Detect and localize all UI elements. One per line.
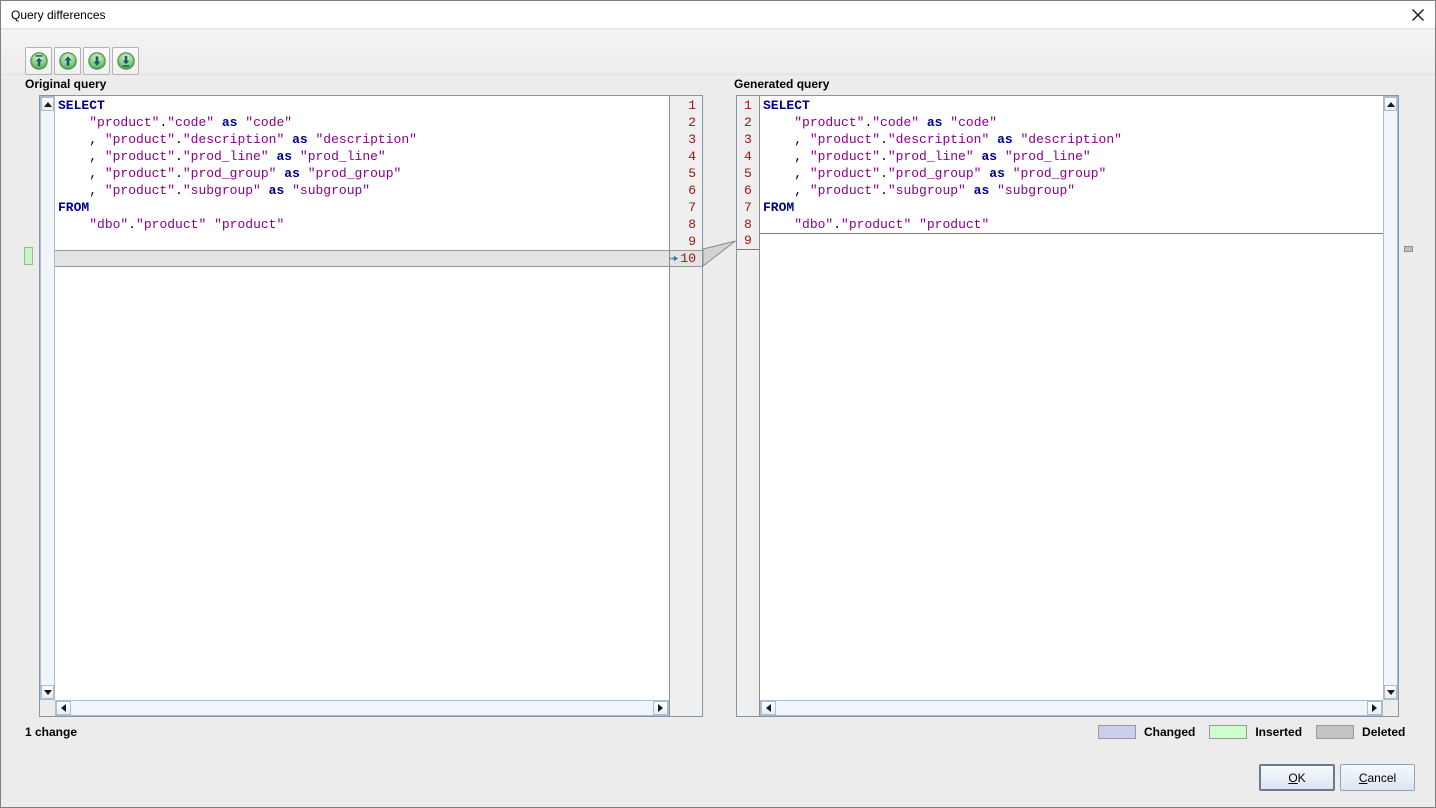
diff-connector — [703, 240, 736, 267]
code-line: SELECT — [58, 98, 105, 113]
next-change-icon — [87, 52, 106, 70]
code-line: "product"."code" as "code" — [794, 115, 998, 130]
code-line: , "product"."prod_group" as "prod_group" — [763, 166, 1107, 181]
close-button[interactable] — [1408, 5, 1428, 25]
cancel-button[interactable]: Cancel — [1340, 764, 1415, 791]
original-query-label: Original query — [25, 77, 107, 91]
go-to-last-change-button[interactable] — [112, 47, 139, 75]
code-line: FROM — [58, 200, 90, 215]
line-number: 3 — [744, 132, 752, 147]
line-number: 6 — [688, 183, 696, 198]
right-gutter: 1 2 3 4 5 6 7 89 — [737, 96, 760, 716]
scroll-up-button[interactable] — [41, 97, 54, 111]
left-gutter: 1 2 3 4 5 6 7 8 9 10 — [669, 96, 702, 716]
legend-deleted-swatch — [1316, 725, 1355, 739]
triangle-left-icon — [61, 704, 66, 712]
window-title: Query differences — [11, 7, 106, 22]
original-code-area[interactable]: SELECT "product"."code" as "code" , "pro… — [55, 96, 669, 700]
last-change-icon — [116, 52, 135, 70]
scroll-left-button[interactable] — [761, 701, 776, 715]
code-line: "product"."code" as "code" — [89, 115, 293, 130]
right-horizontal-scrollbar[interactable] — [760, 700, 1383, 716]
legend-changed-label: Changed — [1144, 725, 1196, 739]
ok-button[interactable]: OK — [1259, 764, 1335, 791]
line-number: 7 — [744, 200, 752, 215]
line-number: 4 — [744, 149, 752, 164]
scroll-right-button[interactable] — [1367, 701, 1382, 715]
right-vertical-scrollbar[interactable] — [1383, 96, 1398, 700]
scroll-left-button[interactable] — [56, 701, 71, 715]
line-number: 3 — [688, 132, 696, 147]
line-number: 1 — [688, 98, 696, 113]
line-number: 7 — [688, 200, 696, 215]
code-line: , "product"."prod_line" as "prod_line" — [763, 149, 1091, 164]
inserted-change-overview-marker[interactable] — [24, 247, 33, 265]
code-line — [55, 250, 669, 267]
scrollbar-corner — [1383, 700, 1398, 716]
left-code: SELECT "product"."code" as "code" , "pro… — [55, 97, 669, 267]
triangle-up-icon — [43, 101, 52, 107]
line-number: 9 — [688, 234, 696, 249]
code-line: , "product"."description" as "descriptio… — [763, 132, 1122, 147]
deleted-change-overview-marker[interactable] — [1404, 246, 1413, 252]
triangle-down-icon — [1386, 689, 1395, 695]
code-line: FROM — [763, 200, 795, 215]
triangle-down-icon — [43, 689, 52, 695]
legend-changed-swatch — [1098, 725, 1136, 739]
original-query-pane: SELECT "product"."code" as "code" , "pro… — [39, 95, 703, 717]
code-line: , "product"."prod_group" as "prod_group" — [58, 166, 402, 181]
line-number: 2 — [744, 115, 752, 130]
line-number: 8 — [744, 217, 752, 232]
scroll-up-button[interactable] — [1384, 97, 1397, 111]
current-change-arrow-icon — [670, 255, 679, 262]
triangle-right-icon — [658, 704, 663, 712]
toolbar — [1, 30, 1435, 75]
left-vertical-scrollbar[interactable] — [40, 96, 55, 700]
line-number: 4 — [688, 149, 696, 164]
code-line: SELECT — [763, 98, 810, 113]
scroll-down-button[interactable] — [1384, 685, 1397, 699]
code-line — [760, 233, 1383, 250]
first-change-icon — [29, 52, 48, 70]
line-number: 5 — [688, 166, 696, 181]
scrollbar-corner — [40, 700, 55, 716]
close-icon — [1412, 9, 1424, 21]
code-line: , "product"."prod_line" as "prod_line" — [58, 149, 386, 164]
generated-code-area[interactable]: SELECT "product"."code" as "code" , "pro… — [760, 96, 1383, 700]
triangle-right-icon — [1372, 704, 1377, 712]
generated-query-pane: 1 2 3 4 5 6 7 89 SELECT "product"."code" as "co… — [736, 95, 1399, 717]
go-to-previous-change-button[interactable] — [54, 47, 81, 75]
code-line: , "product"."description" as "descriptio… — [58, 132, 417, 147]
left-horizontal-scrollbar[interactable] — [55, 700, 669, 716]
go-to-next-change-button[interactable] — [83, 47, 110, 75]
legend-inserted-swatch — [1209, 725, 1248, 739]
scroll-right-button[interactable] — [653, 701, 668, 715]
diff-legend: Changed Inserted Deleted — [1098, 724, 1405, 740]
legend-deleted-label: Deleted — [1362, 725, 1406, 739]
line-number: 8 — [688, 217, 696, 232]
query-differences-dialog: Query differences Original query Generat… — [0, 0, 1436, 808]
line-number: 2 — [688, 115, 696, 130]
code-line: , "product"."subgroup" as "subgroup" — [58, 183, 371, 198]
scroll-down-button[interactable] — [41, 685, 54, 699]
code-line: "dbo"."product" "product" — [89, 217, 285, 232]
line-number: 1 — [744, 98, 752, 113]
line-number: 9 — [737, 233, 759, 250]
triangle-up-icon — [1386, 101, 1395, 107]
line-number: 10 — [670, 250, 702, 267]
title-bar: Query differences — [1, 1, 1435, 29]
go-to-first-change-button[interactable] — [25, 47, 52, 75]
legend-inserted-label: Inserted — [1255, 725, 1303, 739]
line-number: 5 — [744, 166, 752, 181]
previous-change-icon — [58, 52, 77, 70]
code-line: "dbo"."product" "product" — [794, 217, 990, 232]
right-code: SELECT "product"."code" as "code" , "pro… — [760, 97, 1383, 250]
line-number: 6 — [744, 183, 752, 198]
triangle-left-icon — [766, 704, 771, 712]
generated-query-label: Generated query — [734, 77, 830, 91]
change-count: 1 change — [25, 725, 78, 739]
code-line: , "product"."subgroup" as "subgroup" — [763, 183, 1076, 198]
